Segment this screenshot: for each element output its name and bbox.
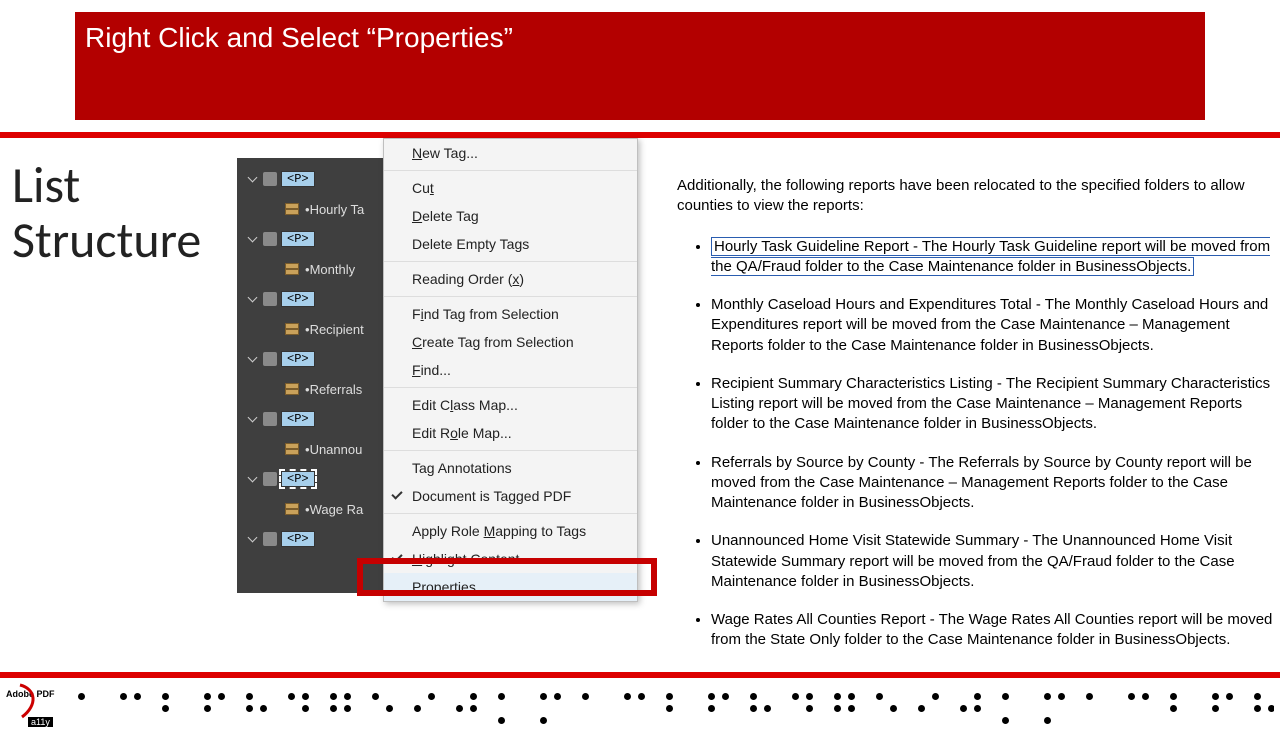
p-tag: <P> xyxy=(281,411,315,427)
tag-child-label: Recipient xyxy=(310,322,364,337)
list-item: Wage Rates All Counties Report - The Wag… xyxy=(711,610,1274,651)
doc-intro: Additionally, the following reports have… xyxy=(677,176,1274,217)
menu-properties[interactable]: Properties... xyxy=(384,573,637,601)
tag-icon xyxy=(263,232,277,246)
slide-title: Right Click and Select “Properties” xyxy=(85,22,1195,54)
tag-child[interactable]: • Hourly Ta xyxy=(237,194,387,224)
menu-new-tag[interactable]: New Tag... xyxy=(384,139,637,167)
context-menu: New Tag... Cut Delete Tag Delete Empty T… xyxy=(383,138,638,602)
section-title-line2: Structure xyxy=(12,213,227,268)
list-item: Hourly Task Guideline Report - The Hourl… xyxy=(711,237,1274,278)
chevron-down-icon xyxy=(247,293,259,305)
list-item: Unannounced Home Visit Statewide Summary… xyxy=(711,531,1274,592)
section-title-line1: List xyxy=(12,158,227,213)
content-icon xyxy=(285,263,299,275)
content-icon xyxy=(285,323,299,335)
adobe-a11y-logo: Adobe PDF a11y xyxy=(6,683,58,727)
tag-row[interactable]: <P> xyxy=(237,524,387,554)
menu-edit-role-map[interactable]: Edit Role Map... xyxy=(384,419,637,447)
menu-edit-class-map[interactable]: Edit Class Map... xyxy=(384,391,637,419)
menu-separator xyxy=(384,296,637,297)
menu-reading-order[interactable]: Reading Order (x) xyxy=(384,265,637,293)
p-tag: <P> xyxy=(281,351,315,367)
tag-child-label: Referrals xyxy=(310,382,363,397)
menu-document-tagged[interactable]: Document is Tagged PDF xyxy=(384,482,637,510)
content-icon xyxy=(285,443,299,455)
content-icon xyxy=(285,503,299,515)
list-item: Referrals by Source by County - The Refe… xyxy=(711,453,1274,514)
p-tag: <P> xyxy=(281,231,315,247)
content-icon xyxy=(285,203,299,215)
chevron-down-icon xyxy=(247,233,259,245)
chevron-down-icon xyxy=(247,353,259,365)
menu-separator xyxy=(384,513,637,514)
menu-separator xyxy=(384,170,637,171)
tag-child-label: Monthly xyxy=(310,262,356,277)
tag-child-label: Wage Ra xyxy=(310,502,364,517)
tag-row[interactable]: <P> xyxy=(237,464,387,494)
tag-child[interactable]: • Monthly xyxy=(237,254,387,284)
tag-icon xyxy=(263,352,277,366)
menu-delete-tag[interactable]: Delete Tag xyxy=(384,202,637,230)
selected-text: Hourly Task Guideline Report - The Hourl… xyxy=(711,237,1270,276)
tag-icon xyxy=(263,292,277,306)
chevron-down-icon xyxy=(247,173,259,185)
menu-separator xyxy=(384,450,637,451)
menu-highlight-content[interactable]: Highlight Content xyxy=(384,545,637,573)
menu-apply-role-mapping[interactable]: Apply Role Mapping to Tags xyxy=(384,517,637,545)
section-title: List Structure xyxy=(12,158,227,669)
tags-tree: <P> • Hourly Ta <P> • Monthly <P> • Reci… xyxy=(237,158,387,593)
doc-bullet-list: Hourly Task Guideline Report - The Hourl… xyxy=(677,237,1274,651)
menu-delete-empty[interactable]: Delete Empty Tags xyxy=(384,230,637,258)
menu-tag-annotations[interactable]: Tag Annotations xyxy=(384,454,637,482)
tag-row[interactable]: <P> xyxy=(237,164,387,194)
chevron-down-icon xyxy=(247,473,259,485)
tag-row[interactable]: <P> xyxy=(237,344,387,374)
tag-child[interactable]: • Unannou xyxy=(237,434,387,464)
slide-title-banner: Right Click and Select “Properties” xyxy=(75,12,1205,120)
chevron-down-icon xyxy=(247,533,259,545)
menu-find-from-selection[interactable]: Find Tag from Selection xyxy=(384,300,637,328)
content-icon xyxy=(285,383,299,395)
tag-child[interactable]: • Recipient xyxy=(237,314,387,344)
menu-separator xyxy=(384,387,637,388)
tag-child-label: Hourly Ta xyxy=(310,202,365,217)
tag-row[interactable]: <P> xyxy=(237,224,387,254)
tag-icon xyxy=(263,412,277,426)
menu-create-from-selection[interactable]: Create Tag from Selection xyxy=(384,328,637,356)
tag-icon xyxy=(263,472,277,486)
menu-cut[interactable]: Cut xyxy=(384,174,637,202)
logo-swoop-icon xyxy=(16,683,42,719)
tag-row[interactable]: <P> xyxy=(237,404,387,434)
chevron-down-icon xyxy=(247,413,259,425)
menu-find[interactable]: Find... xyxy=(384,356,637,384)
screenshot-tags-panel: <P> • Hourly Ta <P> • Monthly <P> • Reci… xyxy=(237,158,657,669)
braille-decoration xyxy=(78,685,1274,725)
tag-child[interactable]: • Wage Ra xyxy=(237,494,387,524)
tag-row[interactable]: <P> xyxy=(237,284,387,314)
slide-footer: Adobe PDF a11y xyxy=(0,672,1280,732)
list-item: Recipient Summary Characteristics Listin… xyxy=(711,374,1274,435)
logo-text-bottom: a11y xyxy=(28,717,53,727)
document-preview: Additionally, the following reports have… xyxy=(667,158,1280,669)
tag-child-label: Unannou xyxy=(310,442,363,457)
p-tag: <P> xyxy=(281,171,315,187)
menu-separator xyxy=(384,261,637,262)
p-tag-selected: <P> xyxy=(281,471,315,487)
tag-icon xyxy=(263,172,277,186)
p-tag: <P> xyxy=(281,531,315,547)
tag-icon xyxy=(263,532,277,546)
tag-child[interactable]: • Referrals xyxy=(237,374,387,404)
list-item: Monthly Caseload Hours and Expenditures … xyxy=(711,295,1274,356)
main-content: List Structure <P> • Hourly Ta <P> • Mon… xyxy=(0,138,1280,669)
p-tag: <P> xyxy=(281,291,315,307)
